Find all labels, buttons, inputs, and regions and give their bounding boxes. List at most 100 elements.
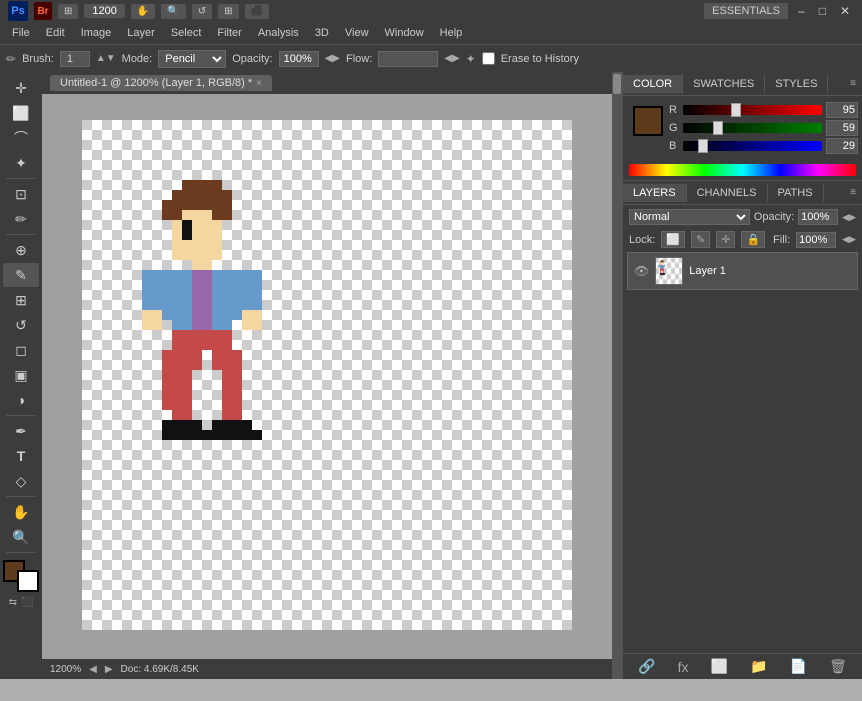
scrollbar-thumb[interactable] (613, 74, 621, 94)
lasso-tool[interactable]: ⌒ (3, 126, 39, 150)
toolbar-icon-1[interactable]: ⊞ (58, 4, 78, 19)
lock-position-icon[interactable]: ✛ (716, 231, 735, 248)
zoom-tool[interactable]: 🔍 (3, 525, 39, 549)
canvas-scroll-area[interactable] (42, 94, 612, 659)
br-logo[interactable]: Br (34, 2, 52, 20)
pixel-canvas[interactable] (82, 120, 572, 630)
swap-colors-icon[interactable]: ⇆ (9, 597, 17, 608)
tab-styles[interactable]: STYLES (765, 75, 828, 93)
brush-size-input[interactable] (60, 51, 90, 67)
tab-paths[interactable]: PATHS (768, 184, 824, 202)
fill-arrow[interactable]: ◀▶ (842, 234, 856, 245)
crop-tool[interactable]: ⊡ (3, 182, 39, 206)
grid-icon[interactable]: ⊞ (218, 4, 238, 19)
healing-tool[interactable]: ⊕ (3, 238, 39, 262)
flow-input[interactable] (378, 51, 438, 67)
green-value[interactable]: 59 (826, 120, 858, 136)
layout-icon[interactable]: ⬛ (245, 4, 269, 19)
eyedropper-tool[interactable]: ✏ (3, 207, 39, 231)
canvas-tab: Untitled-1 @ 1200% (Layer 1, RGB/8) * × (42, 72, 612, 94)
layer-visibility-icon[interactable]: 👁 (634, 264, 649, 278)
essentials-button[interactable]: ESSENTIALS (704, 3, 788, 19)
canvas-close-btn[interactable]: × (256, 78, 262, 89)
layer-item[interactable]: 👁 Layer 1 (627, 252, 858, 290)
lock-pixels-icon[interactable]: ✎ (691, 231, 710, 248)
opacity-input[interactable] (279, 51, 319, 67)
layer-thumbnail (655, 257, 683, 285)
opacity-field[interactable] (798, 209, 838, 225)
erase-history-checkbox[interactable] (482, 52, 495, 65)
menu-view[interactable]: View (337, 25, 377, 41)
menu-filter[interactable]: Filter (209, 25, 249, 41)
tab-color[interactable]: COLOR (623, 75, 683, 93)
menu-select[interactable]: Select (163, 25, 210, 41)
options-bar: ✏ Brush: ▲▼ Mode: Pencil Normal Dissolve… (0, 44, 862, 72)
add-mask-btn[interactable]: ⬜ (707, 656, 732, 677)
maximize-button[interactable]: □ (815, 4, 830, 18)
dodge-tool[interactable]: ◑ (3, 388, 39, 412)
tab-channels[interactable]: CHANNELS (687, 184, 768, 202)
gradient-tool[interactable]: ▣ (3, 363, 39, 387)
mode-select[interactable]: Pencil Normal Dissolve (158, 50, 226, 68)
tab-swatches[interactable]: SWATCHES (683, 75, 765, 93)
hand-tool[interactable]: ✋ (3, 500, 39, 524)
color-swatch[interactable] (633, 106, 663, 136)
red-slider[interactable] (683, 105, 822, 115)
blend-mode-select[interactable]: Normal Multiply Screen (629, 209, 750, 225)
shape-tool[interactable]: ◇ (3, 469, 39, 493)
rotate-icon[interactable]: ↺ (192, 4, 212, 19)
magnify-icon[interactable]: 🔍 (161, 4, 185, 19)
default-colors-icon[interactable]: ⬛ (21, 597, 33, 608)
menu-edit[interactable]: Edit (38, 25, 73, 41)
magic-wand-tool[interactable]: ✦ (3, 151, 39, 175)
tab-layers[interactable]: LAYERS (623, 184, 687, 202)
color-panel-menu[interactable]: ≡ (844, 76, 862, 91)
menu-layer[interactable]: Layer (119, 25, 163, 41)
menu-bar: File Edit Image Layer Select Filter Anal… (0, 22, 862, 44)
menu-file[interactable]: File (4, 25, 38, 41)
opacity-arrow[interactable]: ◀▶ (842, 212, 856, 223)
brush-tool[interactable]: ✎ (3, 263, 39, 287)
zoom-display: 1200 (84, 4, 124, 18)
fill-field[interactable] (796, 232, 836, 248)
stamp-tool[interactable]: ⊞ (3, 288, 39, 312)
lock-all-icon[interactable]: 🔒 (741, 231, 765, 248)
move-tool[interactable]: ✛ (3, 76, 39, 100)
layers-panel-menu[interactable]: ≡ (844, 185, 862, 200)
background-color[interactable] (17, 570, 39, 592)
menu-window[interactable]: Window (377, 25, 432, 41)
blue-value[interactable]: 29 (826, 138, 858, 154)
workspace: ✛ ⬜ ⌒ ✦ ⊡ ✏ ⊕ ✎ ⊞ ↺ ◻ ▣ ◑ ✒ T ◇ ✋ 🔍 ⇆ ⬛ (0, 72, 862, 679)
new-group-btn[interactable]: 📁 (746, 656, 771, 677)
new-layer-btn[interactable]: 📄 (786, 656, 811, 677)
right-panel: COLOR SWATCHES STYLES ≡ R 95 G 59 (622, 72, 862, 679)
text-tool[interactable]: T (3, 444, 39, 468)
hand-tool-icon[interactable]: ✋ (131, 4, 155, 19)
menu-image[interactable]: Image (73, 25, 120, 41)
marquee-tool[interactable]: ⬜ (3, 101, 39, 125)
menu-analysis[interactable]: Analysis (250, 25, 307, 41)
vertical-scrollbar[interactable] (612, 72, 622, 679)
close-button[interactable]: ✕ (836, 4, 854, 18)
eraser-tool[interactable]: ◻ (3, 338, 39, 362)
airbrush-icon[interactable]: ✦ (466, 52, 476, 66)
red-value[interactable]: 95 (826, 102, 858, 118)
link-layers-btn[interactable]: 🔗 (634, 656, 659, 677)
green-slider[interactable] (683, 123, 822, 133)
layer-effects-btn[interactable]: fx (674, 657, 693, 677)
color-spectrum[interactable] (629, 164, 856, 176)
pen-tool[interactable]: ✒ (3, 419, 39, 443)
menu-3d[interactable]: 3D (307, 25, 337, 41)
brush-label: Brush: (22, 53, 54, 65)
menu-help[interactable]: Help (432, 25, 471, 41)
ps-logo: Ps (8, 1, 28, 21)
delete-layer-btn[interactable]: 🗑 (825, 656, 851, 677)
canvas-nav-left[interactable]: ◀ (89, 664, 97, 675)
blue-slider[interactable] (683, 141, 822, 151)
minimize-button[interactable]: – (794, 4, 809, 18)
canvas-nav-right[interactable]: ▶ (105, 664, 113, 675)
canvas-tab-item[interactable]: Untitled-1 @ 1200% (Layer 1, RGB/8) * × (50, 75, 272, 91)
history-brush-tool[interactable]: ↺ (3, 313, 39, 337)
lock-transparent-icon[interactable]: ⬜ (661, 231, 685, 248)
erase-history-label: Erase to History (501, 53, 579, 65)
